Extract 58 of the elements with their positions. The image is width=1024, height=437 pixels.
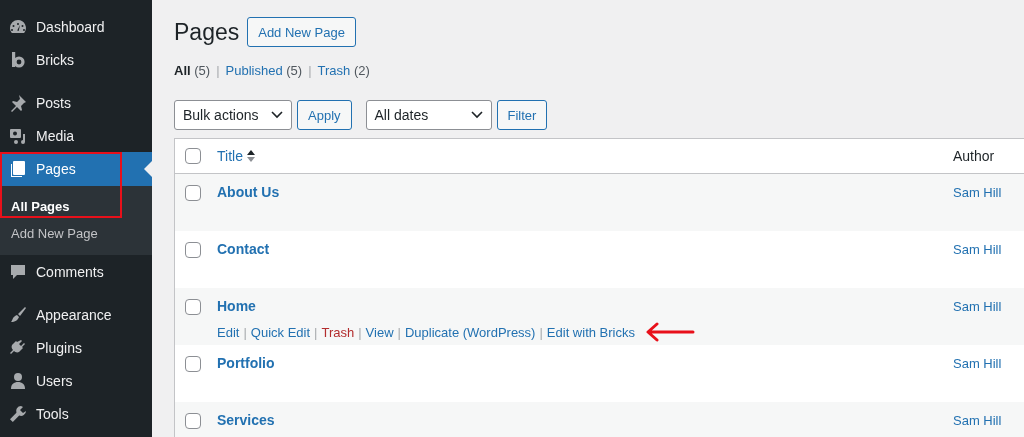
page-title: Pages — [174, 18, 240, 46]
separator: | — [314, 324, 318, 340]
menu-item[interactable]: Comments — [0, 255, 152, 288]
row-action-link[interactable]: Edit with Bricks — [546, 324, 635, 340]
checkbox[interactable] — [185, 356, 201, 372]
author-link[interactable]: Sam Hill — [953, 345, 1024, 371]
checkbox[interactable] — [185, 148, 201, 164]
separator: | — [397, 324, 401, 340]
wrench-icon — [8, 403, 28, 424]
page-title-link[interactable]: Portfolio — [217, 355, 275, 371]
status-filter-link[interactable]: Trash (2) — [317, 63, 370, 78]
separator: | — [216, 63, 220, 78]
author-link[interactable]: Sam Hill — [953, 174, 1024, 200]
author-link[interactable]: Sam Hill — [953, 231, 1024, 257]
row-action-link[interactable]: View — [365, 324, 394, 340]
menu-item[interactable]: Tools — [0, 397, 152, 430]
checkbox[interactable] — [185, 185, 201, 201]
row-action-link[interactable]: Edit — [217, 324, 240, 340]
checkbox[interactable] — [185, 299, 201, 315]
column-header[interactable]: Title — [217, 148, 243, 164]
menu-item[interactable]: Appearance — [0, 298, 152, 331]
menu-item[interactable]: Media — [0, 119, 152, 152]
status-filter-link[interactable]: All (5) — [174, 63, 211, 78]
pages-icon — [8, 159, 28, 179]
user-icon — [8, 370, 28, 391]
page-title-link[interactable]: Home — [217, 298, 256, 314]
separator: | — [358, 324, 362, 340]
status-filter-link[interactable]: Published (5) — [225, 63, 303, 78]
filter-button[interactable]: Filter — [496, 100, 548, 130]
menu-item[interactable]: Users — [0, 364, 152, 397]
checkbox[interactable] — [185, 413, 201, 429]
submenu-item[interactable]: All Pages — [0, 193, 152, 220]
row-action-link[interactable]: Quick Edit — [250, 324, 311, 340]
brush-icon — [8, 304, 28, 325]
column-header: Author — [953, 148, 996, 164]
menu-item[interactable]: Posts — [0, 86, 152, 119]
separator: | — [539, 324, 543, 340]
separator: | — [308, 63, 312, 78]
page-title-link[interactable]: Contact — [217, 241, 270, 257]
menu-item[interactable]: Dashboard — [0, 10, 152, 43]
row-action-link[interactable]: Trash — [321, 324, 355, 340]
add-new-page-button[interactable]: Add New Page — [247, 17, 356, 47]
checkbox[interactable] — [185, 242, 201, 258]
submenu-item[interactable]: Add New Page — [0, 220, 152, 247]
page-title-link[interactable]: About Us — [217, 184, 280, 200]
dropdown[interactable]: Bulk actions — [174, 100, 292, 130]
apply-button[interactable]: Apply — [297, 100, 352, 130]
menu-item[interactable]: Plugins — [0, 331, 152, 364]
row-action-link[interactable]: Duplicate (WordPress) — [404, 324, 536, 340]
author-link[interactable]: Sam Hill — [953, 402, 1024, 428]
chevron-down-icon — [470, 111, 483, 119]
separator: | — [243, 324, 247, 340]
author-link[interactable]: Sam Hill — [953, 288, 1024, 314]
page-title-link[interactable]: Services — [217, 412, 275, 428]
dropdown[interactable]: All dates — [365, 100, 492, 130]
menu-item[interactable]: Bricks — [0, 43, 152, 76]
chevron-down-icon — [271, 111, 283, 119]
menu-item[interactable]: Pages — [0, 152, 152, 186]
